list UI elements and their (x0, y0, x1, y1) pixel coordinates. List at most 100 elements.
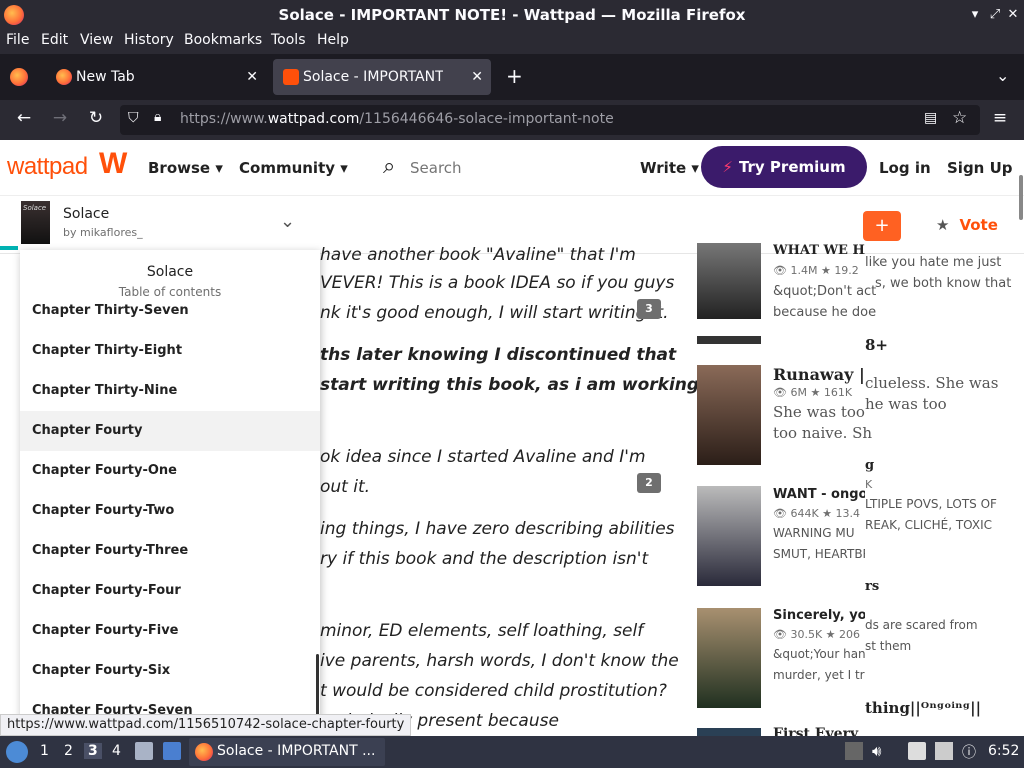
network-icon[interactable] (935, 742, 953, 760)
side-story-title[interactable]: First Every (773, 726, 865, 736)
toc-chapter-item[interactable]: Chapter Fourty-Six (20, 651, 320, 691)
workspace-2[interactable]: 2 (64, 743, 73, 759)
story-title[interactable]: Solace (63, 206, 109, 222)
side-story-stats: 👁︎ 6M ★ 161K (773, 386, 853, 399)
wattpad-logo[interactable]: wattpad W (7, 147, 127, 181)
toc-chapter-item[interactable]: Chapter Fourty-Three (20, 531, 320, 571)
menu-tools[interactable]: Tools (271, 32, 306, 48)
side-story-stats: 👁︎ 1.4M ★ 19.2 (773, 264, 859, 277)
wattpad-w-icon: W (99, 147, 127, 180)
story-cover[interactable] (697, 486, 761, 586)
lock-icon[interactable]: 🔒︎ (154, 109, 161, 125)
close-tab-icon[interactable]: ✕ (246, 59, 258, 95)
desktop-icon[interactable] (163, 742, 181, 760)
browse-menu[interactable]: Browse ▾ (148, 159, 223, 177)
side-story-title[interactable]: Runaway |1 (773, 365, 865, 384)
lightning-icon: ⚡ (722, 158, 733, 176)
search-input[interactable] (410, 152, 610, 184)
toc-chapter-item[interactable]: Chapter Thirty-Seven (20, 291, 320, 331)
vote-button[interactable]: ★ Vote (936, 216, 998, 234)
menu-bookmarks[interactable]: Bookmarks (184, 32, 262, 48)
reload-icon[interactable]: ↻ (84, 108, 108, 128)
workspace-1[interactable]: 1 (40, 743, 49, 759)
forward-icon[interactable]: → (48, 108, 72, 128)
file-manager-icon[interactable] (135, 742, 153, 760)
signup-link[interactable]: Sign Up (947, 159, 1013, 177)
maximize-icon[interactable]: ⤢ (985, 5, 1005, 25)
side-story-desc: murder, yet I tru (773, 668, 865, 682)
toc-chapter-item[interactable]: Chapter Fourty-Two (20, 491, 320, 531)
toc-chapter-item-hovered[interactable]: Chapter Fourty (20, 411, 320, 451)
url-bar[interactable]: ⛉ 🔒︎ https://www.wattpad.com/1156446646-… (120, 105, 980, 135)
firefox-icon (56, 69, 72, 85)
url-text[interactable]: https://www.wattpad.com/1156446646-solac… (180, 111, 614, 127)
trash-icon[interactable] (845, 742, 863, 760)
menu-help[interactable]: Help (317, 32, 349, 48)
story-cover[interactable] (697, 365, 761, 465)
tab-new-tab[interactable]: New Tab ✕ (46, 59, 266, 95)
page-scrollbar[interactable] (1019, 175, 1023, 220)
list-tabs-icon[interactable]: ⌄ (996, 66, 1009, 85)
navigation-bar: ← → ↻ ⛉ 🔒︎ https://www.wattpad.com/11564… (0, 100, 1024, 140)
side-story-title[interactable]: g (865, 458, 874, 473)
back-icon[interactable]: ← (12, 108, 36, 128)
notification-icon[interactable]: ⓘ (962, 742, 980, 761)
side-story-title[interactable]: rs (865, 579, 879, 594)
tab-solace[interactable]: Solace - IMPORTANT NOTE! ✕ (273, 59, 491, 95)
hamburger-menu-icon[interactable]: ≡ (988, 108, 1012, 128)
story-cover[interactable] (697, 608, 761, 708)
story-cover[interactable] (697, 728, 761, 736)
text-line: nk it's good enough, I will start writin… (320, 303, 669, 323)
taskbar-firefox-window[interactable]: Solace - IMPORTANT ... (189, 738, 385, 766)
workspace-3[interactable]: 3 (84, 743, 102, 759)
side-story-title[interactable]: 8+ (865, 336, 888, 354)
new-tab-icon[interactable]: + (506, 64, 523, 88)
start-menu-icon[interactable] (6, 741, 28, 763)
toc-chapter-item[interactable]: Chapter Thirty-Eight (20, 331, 320, 371)
side-story-title[interactable]: Sincerely, you (773, 608, 865, 623)
close-icon[interactable]: ✕ (1003, 5, 1023, 25)
search-icon[interactable]: ⌕ (383, 154, 395, 179)
window-titlebar: Solace - IMPORTANT NOTE! - Wattpad — Moz… (0, 0, 1024, 30)
side-story-title[interactable]: WANT - ongoin (773, 487, 865, 502)
text-line: ive parents, harsh words, I don't know t… (320, 651, 679, 671)
menu-edit[interactable]: Edit (41, 32, 68, 48)
inline-comment-count[interactable]: 3 (637, 299, 661, 319)
toc-chapter-item[interactable]: Chapter Thirty-Nine (20, 371, 320, 411)
side-story-desc: s, we both know that (875, 276, 1012, 291)
bookmark-star-icon[interactable]: ☆ (952, 108, 967, 128)
write-menu[interactable]: Write ▾ (640, 159, 699, 177)
toc-chevron-icon[interactable]: ⌄ (280, 211, 295, 232)
inline-comment-count[interactable]: 2 (637, 473, 661, 493)
clock: 6:52 (988, 743, 1020, 759)
minimize-icon[interactable]: ▾ (965, 5, 985, 25)
link-status-tooltip: https://www.wattpad.com/1156510742-solac… (0, 714, 412, 736)
side-story-desc: like you hate me just (865, 255, 1002, 270)
firefox-view-icon[interactable] (10, 68, 28, 86)
story-cover[interactable] (697, 243, 761, 319)
reader-view-icon[interactable]: ▤ (924, 110, 937, 126)
side-story-desc: &quot;Your han (773, 647, 865, 661)
side-story-desc: SMUT, HEARTBR (773, 547, 865, 561)
shield-icon[interactable]: ⛉ (128, 110, 139, 126)
story-cover[interactable] (697, 336, 761, 344)
toc-chapter-item[interactable]: Chapter Fourty-One (20, 451, 320, 491)
story-author[interactable]: by mikaflores_ (63, 226, 143, 239)
side-story-desc: because he doe (773, 305, 877, 320)
volume-icon[interactable]: 🔊︎ (872, 742, 890, 760)
menu-history[interactable]: History (124, 32, 174, 48)
side-story-title[interactable]: WHAT WE HAD (773, 243, 865, 258)
taskbar: 1 2 3 4 Solace - IMPORTANT ... 🔊︎ ⓘ 6:52 (0, 736, 1024, 768)
toc-chapter-item[interactable]: Chapter Fourty-Five (20, 611, 320, 651)
menu-view[interactable]: View (80, 32, 113, 48)
close-tab-icon[interactable]: ✕ (471, 59, 483, 95)
clipboard-icon[interactable] (908, 742, 926, 760)
toc-chapter-item[interactable]: Chapter Fourty-Four (20, 571, 320, 611)
community-menu[interactable]: Community ▾ (239, 159, 348, 177)
side-story-title[interactable]: thing||ᴼⁿᵍᵒⁱⁿᵍ|| (865, 699, 981, 717)
add-to-list-button[interactable]: + (863, 211, 901, 241)
login-link[interactable]: Log in (879, 159, 931, 177)
try-premium-button[interactable]: ⚡ Try Premium (701, 146, 867, 188)
menu-file[interactable]: File (6, 32, 29, 48)
workspace-4[interactable]: 4 (112, 743, 121, 759)
